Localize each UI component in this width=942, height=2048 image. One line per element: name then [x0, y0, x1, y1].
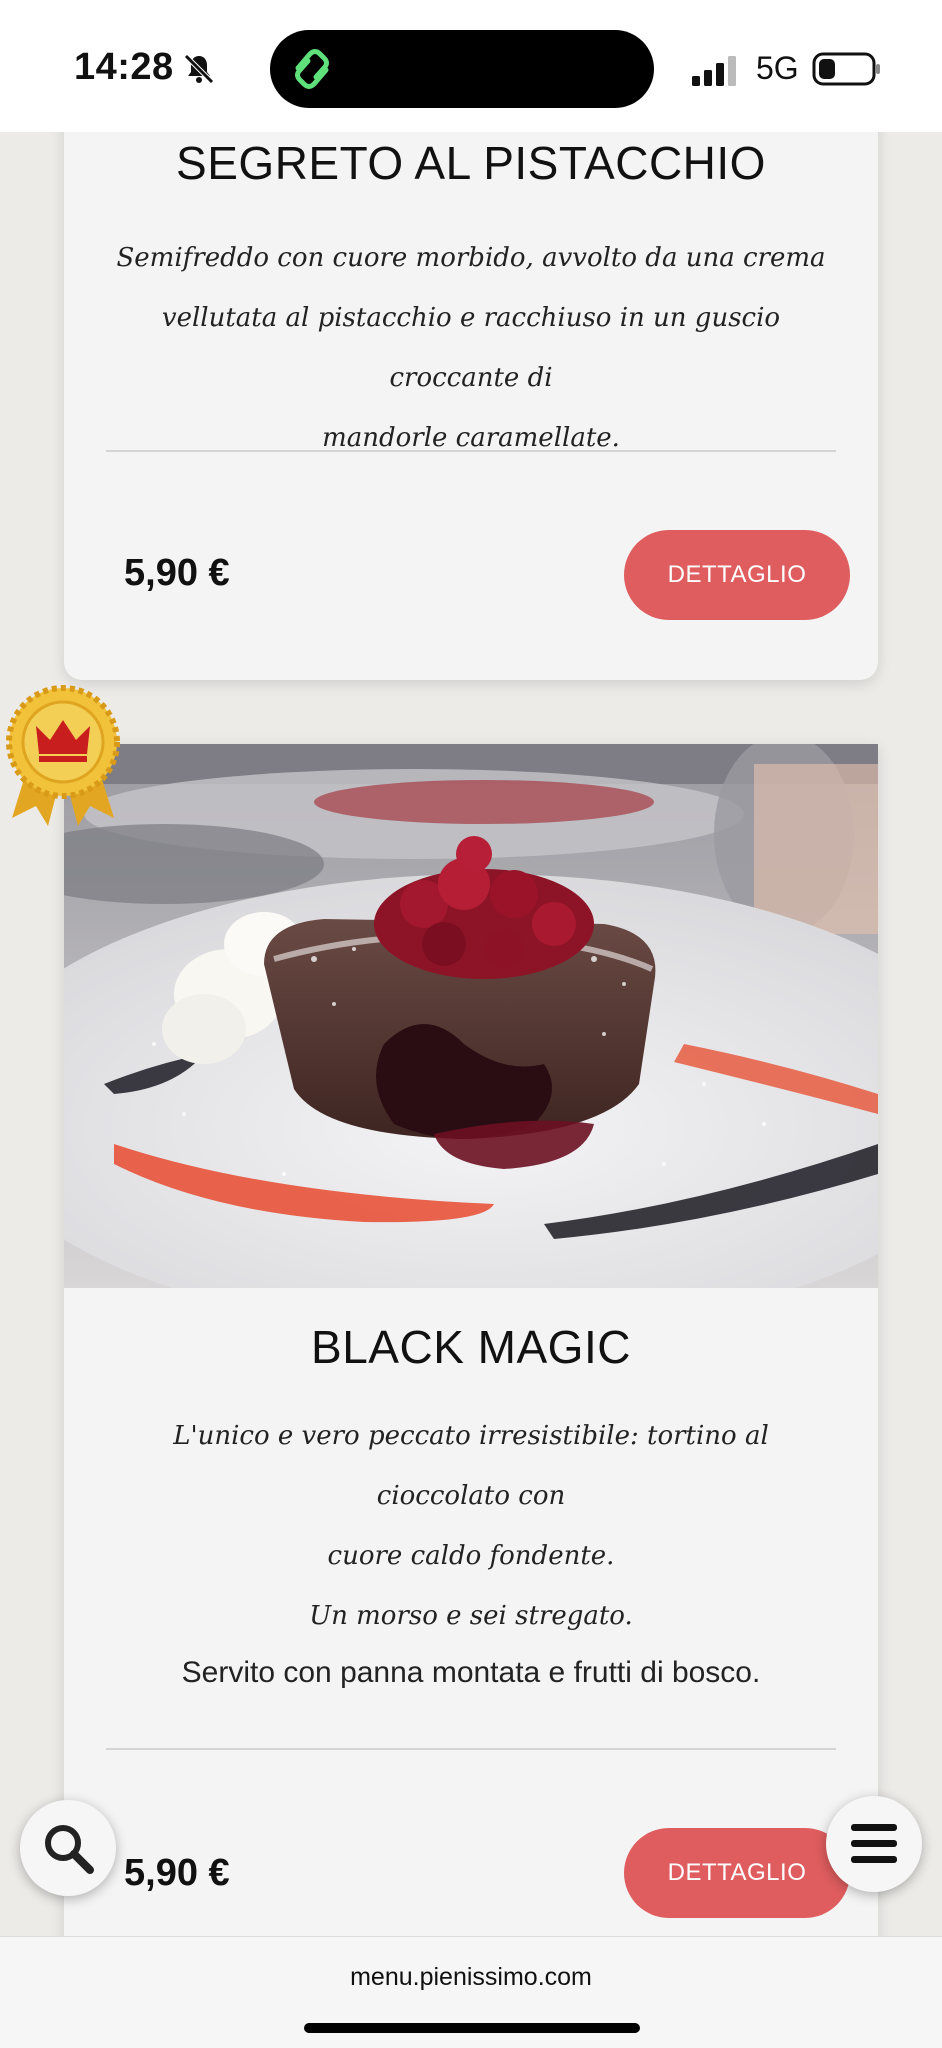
bell-muted-icon: [184, 54, 214, 84]
crown-award-icon: [6, 685, 120, 826]
detail-button[interactable]: DETTAGLIO: [624, 530, 850, 620]
card-note: Servito con panna montata e frutti di bo…: [181, 1656, 761, 1689]
url-text[interactable]: menu.pienissimo.com: [0, 1963, 942, 1992]
battery-icon: [812, 52, 880, 86]
price: 5,90 €: [124, 1852, 230, 1894]
menu-page: SEGRETO AL PISTACCHIO Semifreddo con cuo…: [0, 0, 942, 2048]
signal-strength-icon: [692, 56, 736, 86]
description-line: Un morso e sei stregato.: [309, 1601, 633, 1631]
status-bar: 14:28 5G: [0, 0, 942, 132]
card-description: L'unico e vero peccato irresistibile: to…: [104, 1406, 838, 1646]
card-title: BLACK MAGIC: [311, 1321, 631, 1373]
divider: [106, 450, 836, 452]
dynamic-island: [270, 30, 654, 108]
home-indicator[interactable]: [304, 2023, 640, 2033]
card-title: SEGRETO AL PISTACCHIO: [176, 137, 766, 189]
divider: [106, 1748, 836, 1750]
status-time: 14:28: [74, 46, 174, 88]
price: 5,90 €: [124, 552, 230, 594]
card-description: Semifreddo con cuore morbido, avvolto da…: [104, 228, 838, 468]
description-line: mandorle caramellate.: [322, 423, 620, 453]
dessert-photo: [64, 744, 878, 1288]
description-line: L'unico e vero peccato irresistibile: to…: [173, 1421, 769, 1511]
app-link-icon: [295, 49, 329, 89]
browser-url-bar[interactable]: menu.pienissimo.com: [0, 1936, 942, 2048]
network-label: 5G: [756, 50, 799, 86]
menu-card-segreto-al-pistacchio: SEGRETO AL PISTACCHIO Semifreddo con cuo…: [64, 100, 878, 680]
search-button[interactable]: [20, 1800, 116, 1896]
hamburger-menu-icon: [851, 1824, 897, 1863]
menu-button[interactable]: [826, 1796, 922, 1892]
detail-button[interactable]: DETTAGLIO: [624, 1828, 850, 1918]
description-line: Semifreddo con cuore morbido, avvolto da…: [116, 243, 826, 273]
menu-card-black-magic: BLACK MAGIC L'unico e vero peccato irres…: [64, 744, 878, 2044]
description-line: vellutata al pistacchio e racchiuso in u…: [161, 303, 781, 393]
description-line: cuore caldo fondente.: [327, 1541, 615, 1571]
search-icon: [45, 1825, 94, 1874]
